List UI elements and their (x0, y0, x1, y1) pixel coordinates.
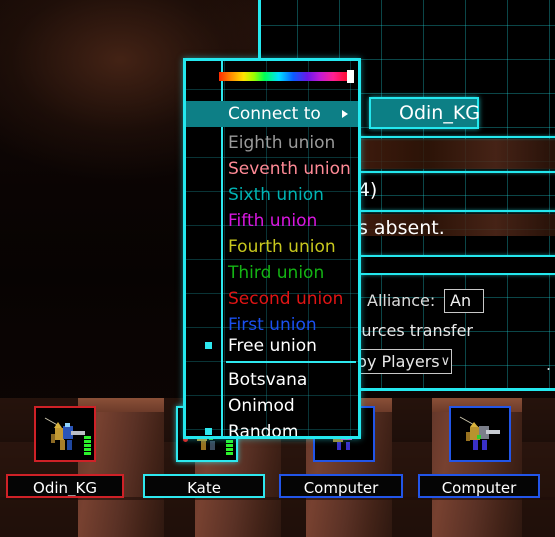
player-portrait-4[interactable] (449, 406, 511, 462)
menu-item-connect-to[interactable]: Connect to (186, 101, 358, 127)
menu-item-eighth-union[interactable]: Eighth union (186, 130, 358, 156)
player-name-value: Odin_KG (399, 102, 481, 124)
menu-item-seventh-union[interactable]: Seventh union (186, 156, 358, 182)
menu-item-label: Sixth union (228, 185, 324, 205)
unit-sprite-icon (459, 416, 500, 450)
menu-item-label: Second union (228, 289, 344, 309)
chevron-right-icon (342, 110, 348, 118)
union-context-menu[interactable]: Connect to Eighth union Seventh union Si… (183, 58, 361, 439)
menu-item-label: Eighth union (228, 133, 336, 153)
menu-item-label: Third union (228, 263, 325, 283)
player-portrait-1[interactable] (34, 406, 96, 462)
menu-item-label: Random (228, 422, 299, 439)
chevron-down-icon: ∨ (440, 354, 451, 369)
player-name-box-3[interactable]: Computer (279, 474, 403, 498)
menu-item-label: Seventh union (228, 159, 351, 179)
hue-slider-handle[interactable] (347, 70, 354, 83)
health-bars-1 (84, 436, 91, 455)
menu-item-label: First union (228, 315, 317, 335)
rock-crack-5 (522, 398, 555, 537)
menu-item-third-union[interactable]: Third union (186, 260, 358, 286)
rock-crack-3 (392, 398, 432, 537)
menu-item-label: Onimod (228, 396, 295, 416)
menu-item-fourth-union[interactable]: Fourth union (186, 234, 358, 260)
player-name-box-1[interactable]: Odin_KG (6, 474, 124, 498)
menu-item-onimod[interactable]: Onimod (186, 393, 358, 419)
menu-item-label: Fourth union (228, 237, 336, 257)
alliance-textbox[interactable]: An (444, 289, 484, 313)
unit-sprite-icon (44, 417, 85, 450)
game-screen: Odin_KG Kate Computer Computer Odin_KG a… (0, 0, 555, 537)
menu-item-botsvana[interactable]: Botsvana (186, 367, 358, 393)
menu-item-label: Botsvana (228, 370, 308, 390)
menu-item-label: Free union (228, 336, 317, 356)
menu-item-sixth-union[interactable]: Sixth union (186, 182, 358, 208)
menu-item-free-union[interactable]: Free union (186, 333, 358, 359)
menu-item-label: Connect to (228, 104, 321, 124)
hue-gradient-slider[interactable] (219, 72, 349, 81)
menu-item-fifth-union[interactable]: Fifth union (186, 208, 358, 234)
alliance-label: Alliance: (367, 291, 436, 310)
player-name-field[interactable]: Odin_KG (369, 97, 481, 129)
player-name-box-2[interactable]: Kate (143, 474, 265, 498)
menu-item-label: Fifth union (228, 211, 318, 231)
panel-trailing-dot: . (546, 355, 552, 374)
menu-separator (226, 361, 356, 363)
player-name-box-4[interactable]: Computer (418, 474, 540, 498)
menu-item-second-union[interactable]: Second union (186, 286, 358, 312)
menu-item-random[interactable]: Random (186, 419, 358, 439)
